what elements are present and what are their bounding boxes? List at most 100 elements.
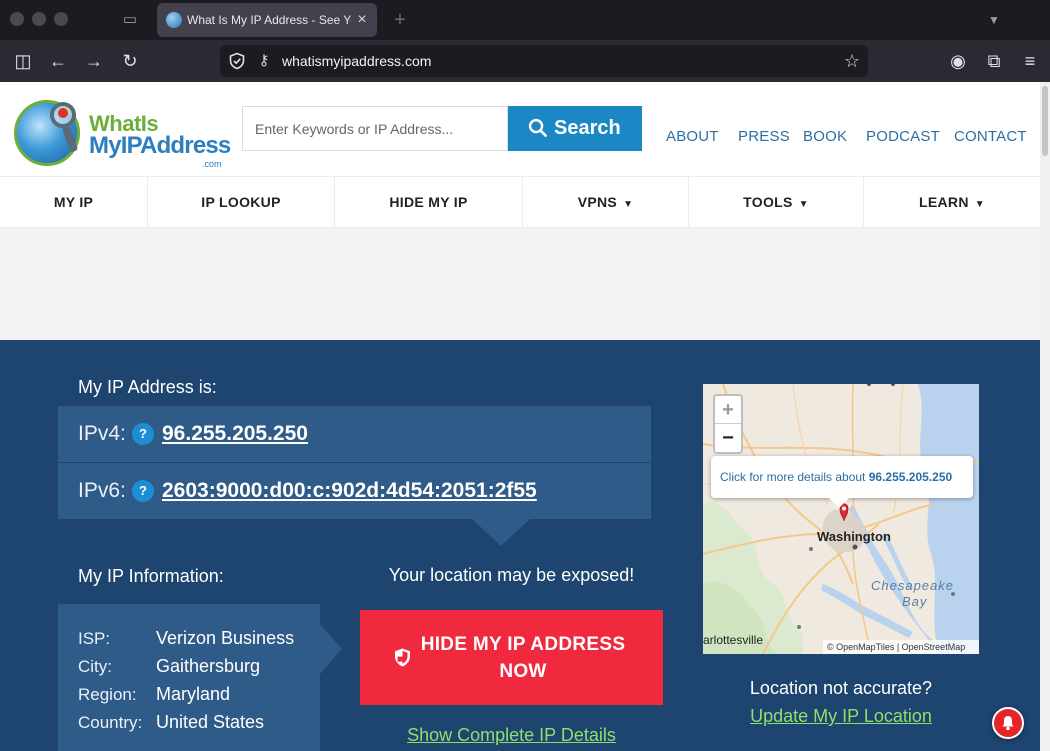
zoom-out-button[interactable]: − — [715, 424, 741, 452]
ip-info-box: ISP: Verizon Business City: Gaithersburg… — [58, 604, 342, 751]
ipv6-help-icon[interactable]: ? — [132, 480, 154, 502]
location-question: Location not accurate? — [749, 678, 933, 698]
search-button-label: Search — [554, 117, 621, 139]
search-button[interactable]: Search — [508, 106, 642, 151]
map-label-bay: Bay — [902, 594, 928, 609]
tracking-shield-icon[interactable] — [228, 52, 246, 70]
nav-item-label: TOOLS — [743, 194, 793, 210]
ip-hero-section: My IP Address is: IPv4: ? 96.255.205.250… — [0, 340, 1040, 751]
forward-arrow-icon[interactable]: → — [83, 50, 105, 72]
window-zoom-control[interactable] — [54, 12, 68, 26]
extensions-icon[interactable]: ⧉ — [983, 50, 1005, 72]
ipv6-row: IPv6: ? 2603:9000:d00:c:902d:4d54:2051:2… — [58, 463, 651, 519]
site-logo[interactable]: WhatIs MyIPAddress .com — [14, 98, 231, 170]
hide-button-line1: HIDE MY IP ADDRESS — [420, 634, 626, 655]
map-label-charlottesville: arlottesville — [703, 633, 764, 647]
nav-item-ip-lookup[interactable]: IP LOOKUP — [148, 177, 335, 227]
browser-tab-active[interactable]: What Is My IP Address - See Your Public … — [157, 3, 377, 37]
nav-item-label: VPNS — [577, 194, 618, 210]
ipv6-label: IPv6: — [78, 479, 126, 502]
nav-item-label: HIDE MY IP — [389, 194, 468, 210]
ipv4-value-link[interactable]: 96.255.205.250 — [162, 420, 308, 448]
tab-overview-icon[interactable]: ▭ — [120, 10, 140, 30]
bell-icon — [1002, 716, 1014, 731]
show-complete-details-link[interactable]: Show Complete IP Details — [360, 724, 663, 746]
nav-item-vpns[interactable]: VPNS ▼ — [523, 177, 689, 227]
map-popup[interactable]: Click for more details about 96.255.205.… — [711, 456, 973, 498]
update-location-link[interactable]: Update My IP Location — [703, 705, 979, 727]
top-link-podcast[interactable]: PODCAST — [866, 128, 940, 146]
page-scrollbar[interactable] — [1040, 82, 1050, 751]
hide-button-line2: NOW — [499, 661, 547, 682]
sidebar-toggle-icon[interactable]: ◫ — [12, 50, 34, 72]
hide-my-ip-label: HIDE MY IP ADDRESS NOW — [418, 631, 628, 685]
tab-list-chevron-icon[interactable]: ▼ — [984, 8, 1004, 32]
back-arrow-icon[interactable]: ← — [47, 50, 69, 72]
map-popup-tip — [829, 498, 849, 508]
country-value: United States — [156, 712, 265, 732]
ipv4-row: IPv4: ? 96.255.205.250 — [58, 406, 651, 462]
tab-close-button[interactable]: × — [354, 10, 370, 30]
location-map[interactable]: + − Click for more details about 96.255.… — [703, 384, 979, 654]
exposed-warning: Your location may be exposed! — [388, 565, 635, 585]
search-input[interactable] — [242, 106, 508, 151]
ad-placeholder — [0, 228, 1040, 340]
location-pin-icon — [58, 108, 68, 118]
shield-icon — [395, 648, 410, 667]
info-box-arrow — [320, 624, 342, 674]
nav-item-hide-my-ip[interactable]: HIDE MY IP — [335, 177, 523, 227]
new-tab-button[interactable]: + — [390, 8, 410, 32]
ipv6-value-link[interactable]: 2603:9000:d00:c:902d:4d54:2051:2f55 — [162, 477, 537, 505]
site-favicon-icon — [166, 12, 182, 28]
browser-tab-bar: ▭ What Is My IP Address - See Your Publi… — [0, 0, 1050, 40]
ip-heading: My IP Address is: — [78, 377, 217, 397]
ipv4-help-icon[interactable]: ? — [132, 423, 154, 445]
nav-item-tools[interactable]: TOOLS ▼ — [689, 177, 864, 227]
nav-item-learn[interactable]: LEARN ▼ — [864, 177, 1040, 227]
logo-text-line2: MyIPAddress — [89, 132, 231, 159]
callout-notch — [472, 519, 530, 546]
city-label: City: — [78, 657, 112, 676]
map-tiles — [703, 384, 979, 654]
dropdown-caret-icon: ▼ — [623, 199, 634, 210]
window-close-control[interactable] — [10, 12, 24, 26]
top-link-press[interactable]: PRESS — [738, 128, 790, 146]
map-label-chesapeake: Chesapeake — [871, 578, 954, 593]
address-bar[interactable]: ⚷ whatismyipaddress.com ☆ — [220, 45, 868, 77]
account-icon[interactable]: ◉ — [947, 50, 969, 72]
zoom-in-button[interactable]: + — [715, 396, 741, 424]
isp-label: ISP: — [78, 629, 111, 648]
logo-text-tld: .com — [202, 159, 222, 169]
key-icon[interactable]: ⚷ — [254, 51, 274, 71]
popup-prefix: Click for more details about — [720, 470, 866, 484]
city-value: Gaithersburg — [156, 656, 261, 676]
country-label: Country: — [78, 713, 143, 732]
tab-title: What Is My IP Address - See Your Public … — [187, 13, 351, 27]
region-value: Maryland — [156, 684, 231, 704]
ip-info-heading: My IP Information: — [78, 566, 224, 586]
notification-bell-icon[interactable] — [992, 707, 1024, 739]
region-label: Region: — [78, 685, 137, 704]
top-link-about[interactable]: ABOUT — [666, 128, 719, 146]
search-icon — [528, 118, 547, 137]
hide-my-ip-button[interactable]: HIDE MY IP ADDRESS NOW — [360, 610, 663, 705]
nav-item-label: LEARN — [919, 194, 969, 210]
top-link-book[interactable]: BOOK — [803, 128, 847, 146]
window-minimize-control[interactable] — [32, 12, 46, 26]
reload-icon[interactable]: ↻ — [119, 50, 141, 72]
url-text[interactable]: whatismyipaddress.com — [282, 52, 431, 70]
isp-value: Verizon Business — [156, 628, 295, 648]
map-attribution[interactable]: © OpenMapTiles | OpenStreetMap — [823, 640, 979, 654]
map-popup-text: Click for more details about 96.255.205.… — [720, 469, 952, 485]
dropdown-caret-icon: ▼ — [974, 199, 985, 210]
nav-item-my-ip[interactable]: MY IP — [0, 177, 148, 227]
web-page: WhatIs MyIPAddress .com Search ABOUT PRE… — [0, 82, 1040, 751]
menu-icon[interactable]: ≡ — [1019, 50, 1041, 72]
bookmark-star-icon[interactable]: ☆ — [842, 50, 862, 72]
top-link-contact[interactable]: CONTACT — [954, 128, 1027, 146]
popup-ip: 96.255.205.250 — [868, 470, 953, 484]
map-zoom-control: + − — [713, 394, 743, 454]
scrollbar-thumb[interactable] — [1042, 86, 1048, 156]
nav-item-label: IP LOOKUP — [201, 194, 281, 210]
dropdown-caret-icon: ▼ — [798, 199, 809, 210]
